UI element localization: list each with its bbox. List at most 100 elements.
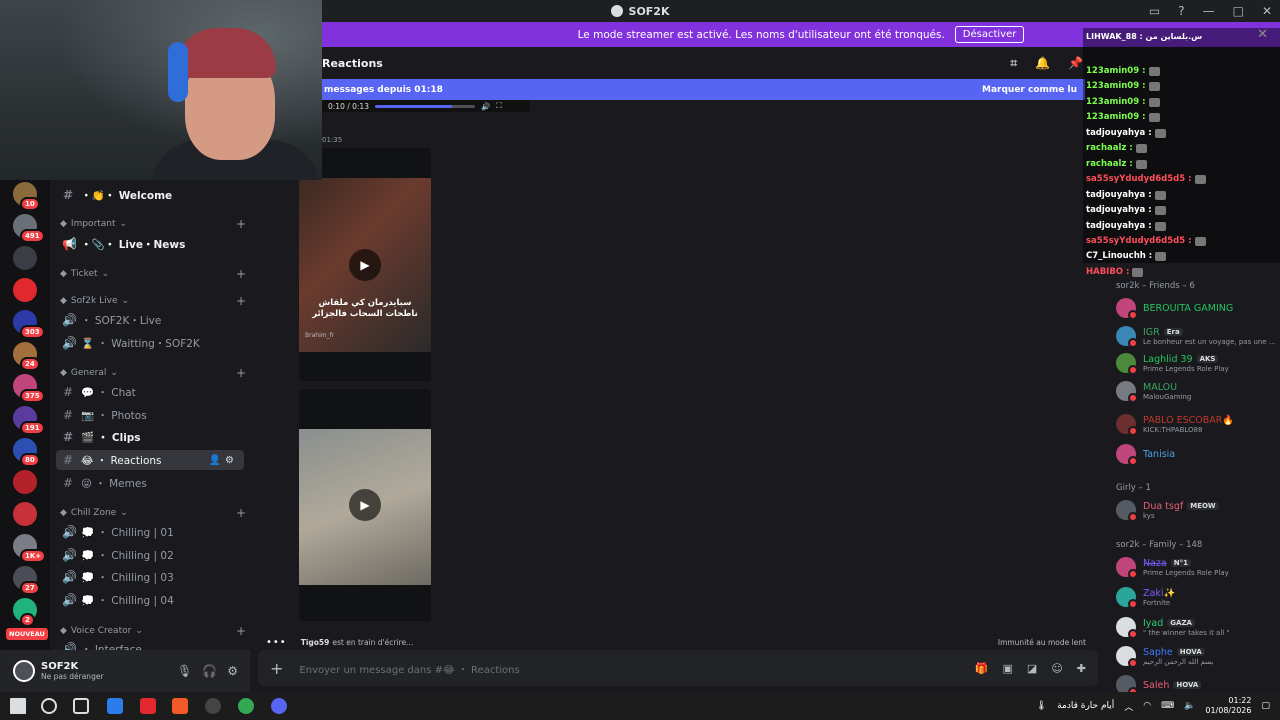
- inbox-icon[interactable]: ▭: [1149, 4, 1160, 18]
- speaker-icon[interactable]: 🔈: [1184, 701, 1195, 711]
- play-icon[interactable]: ▶: [349, 489, 381, 521]
- member-item[interactable]: Laghlid 39 AKS Prime Legends Role Play: [1111, 351, 1280, 375]
- clock[interactable]: 01:22 01/08/2026: [1205, 696, 1251, 715]
- wifi-icon[interactable]: ◠: [1143, 701, 1151, 711]
- bell-icon[interactable]: 🔔: [1035, 56, 1050, 71]
- avatar: [1116, 298, 1138, 320]
- typing-user: Tigo59: [300, 637, 330, 647]
- channel-category[interactable]: ◆ General ⌄ +: [60, 365, 246, 381]
- brave-browser-icon[interactable]: [172, 698, 188, 714]
- headphones-icon[interactable]: 🎧: [202, 664, 217, 678]
- channel-label: ・ Interface: [81, 643, 142, 651]
- gif-icon[interactable]: ▣: [1003, 662, 1013, 675]
- add-channel-icon[interactable]: +: [236, 267, 246, 281]
- store-icon[interactable]: [107, 698, 123, 714]
- help-icon[interactable]: ?: [1178, 4, 1184, 18]
- member-item[interactable]: PABLO ESCOBAR🔥 KICK:THPABLO88: [1111, 412, 1280, 436]
- server-icon[interactable]: [13, 278, 37, 302]
- sticker-icon[interactable]: ◪: [1027, 662, 1037, 675]
- add-channel-icon[interactable]: +: [236, 506, 246, 520]
- obs-icon[interactable]: [205, 698, 221, 714]
- chevron-up-icon[interactable]: ︿: [1124, 700, 1133, 713]
- server-icon[interactable]: [13, 246, 37, 270]
- user-names[interactable]: SOF2K Ne pas déranger: [41, 661, 104, 681]
- fullscreen-icon[interactable]: ⛶: [496, 101, 501, 111]
- channel-item[interactable]: # 😂 ・ Reactions 👤⚙: [56, 450, 244, 470]
- add-channel-icon[interactable]: +: [236, 294, 246, 308]
- server-icon[interactable]: [13, 502, 37, 526]
- member-info: PABLO ESCOBAR🔥 KICK:THPABLO88: [1143, 415, 1234, 434]
- channel-item[interactable]: # 😜 ・ Memes: [56, 473, 244, 493]
- mark-as-read-button[interactable]: Marquer comme lu: [982, 85, 1077, 95]
- notification-icon[interactable]: ▢: [1261, 701, 1270, 711]
- threads-icon[interactable]: ⌗: [1010, 56, 1017, 71]
- keyboard-icon[interactable]: ⌨: [1161, 701, 1174, 711]
- weather-text[interactable]: أيام حارة قادمة: [1057, 701, 1114, 711]
- channel-label: 😜 ・ Memes: [81, 477, 147, 490]
- apps-icon[interactable]: ✚: [1077, 662, 1086, 675]
- channel-category[interactable]: ◆ Chill Zone ⌄ +: [60, 505, 246, 521]
- chrome-icon[interactable]: [238, 698, 254, 714]
- member-item[interactable]: Saleh HOVA: [1111, 673, 1280, 692]
- server-icon[interactable]: [13, 470, 37, 494]
- member-item[interactable]: Zaki✨ Fortnite: [1111, 585, 1280, 609]
- channel-settings-icon[interactable]: 👤⚙: [209, 455, 238, 466]
- channel-item[interactable]: 🔊 💭 ・ Chilling | 01: [56, 522, 244, 542]
- channel-item[interactable]: 🔊 💭 ・ Chilling | 03: [56, 567, 244, 587]
- member-info: Zaki✨ Fortnite: [1143, 588, 1175, 607]
- new-messages-bar[interactable]: messages depuis 01:18 Marquer comme lu: [322, 79, 1085, 100]
- gear-icon[interactable]: ⚙: [227, 664, 238, 678]
- maximize-button[interactable]: □: [1233, 4, 1244, 18]
- volume-icon[interactable]: 🔊: [481, 102, 490, 111]
- member-item[interactable]: Saphe HOVA بسم الله الرحمن الرحيم: [1111, 644, 1280, 668]
- add-channel-icon[interactable]: +: [236, 624, 246, 638]
- video-attachment-2[interactable]: ▶: [299, 389, 431, 621]
- channel-category[interactable]: ◆ Voice Creator ⌄ +: [60, 623, 246, 639]
- channel-item[interactable]: 🔊 ⌛ ・ Waitting・SOF2K: [56, 333, 244, 353]
- video-progress-bar[interactable]: [374, 104, 475, 108]
- thermometer-icon: 🌡: [1035, 701, 1048, 711]
- channel-item[interactable]: 🔊 ・ SOF2K・Live: [56, 310, 244, 330]
- channel-item[interactable]: 🔊 ・ Interface: [56, 639, 244, 650]
- member-item[interactable]: BEROUITA GAMING: [1111, 296, 1280, 320]
- chevron-down-icon: ⌄: [119, 219, 128, 229]
- search-icon[interactable]: [41, 698, 57, 714]
- member-item[interactable]: Dua tsgf MEOW kys: [1111, 498, 1280, 522]
- video-attachment[interactable]: ▶ سبايدرمان كي ملقاش ناطحات السحاب فالجز…: [299, 148, 431, 381]
- pin-icon[interactable]: 📌: [1068, 56, 1083, 71]
- add-channel-icon[interactable]: +: [236, 217, 246, 231]
- member-name-row: MALOU: [1143, 382, 1191, 393]
- microphone-icon[interactable]: 🎙: [177, 664, 192, 678]
- member-item[interactable]: N̶a̶z̶a̶ N°1 Prime Legends Role Play: [1111, 555, 1280, 579]
- emoji-icon[interactable]: ☺: [1051, 662, 1062, 675]
- minimize-button[interactable]: —: [1203, 4, 1215, 18]
- member-item[interactable]: MALOU MalouGaming: [1111, 379, 1280, 403]
- channel-item[interactable]: # 🎬 ・ Clips: [56, 427, 244, 447]
- avatar[interactable]: [13, 660, 35, 682]
- add-channel-icon[interactable]: +: [236, 366, 246, 380]
- windows-start-icon[interactable]: [10, 698, 26, 714]
- close-window-button[interactable]: ✕: [1262, 4, 1272, 18]
- play-icon[interactable]: ▶: [349, 249, 381, 281]
- chevron-down-icon: ⌄: [120, 508, 128, 518]
- task-view-icon[interactable]: [73, 698, 89, 714]
- channel-category[interactable]: ◆ Sof2k Live ⌄ +: [60, 293, 246, 309]
- member-item[interactable]: IGR Era Le bonheur est un voyage, pas une …: [1111, 324, 1280, 348]
- message-composer[interactable]: + Envoyer un message dans #😂 ・ Reactions…: [258, 650, 1098, 686]
- member-item[interactable]: Iyad GAZA " the winner takes it all ": [1111, 615, 1280, 639]
- channel-item[interactable]: 📢 ・📎・ Live・News: [56, 234, 244, 254]
- channel-category[interactable]: ◆ Ticket ⌄ +: [60, 266, 246, 282]
- channel-category[interactable]: ◆ Important ⌄ +: [60, 216, 246, 232]
- add-attachment-icon[interactable]: +: [270, 659, 283, 678]
- message-input[interactable]: Envoyer un message dans #😂 ・ Reactions: [299, 661, 519, 676]
- channel-item[interactable]: 🔊 💭 ・ Chilling | 04: [56, 590, 244, 610]
- app-icon[interactable]: [140, 698, 156, 714]
- channel-item[interactable]: 🔊 💭 ・ Chilling | 02: [56, 545, 244, 565]
- member-item[interactable]: Tanisia: [1111, 442, 1280, 466]
- disable-streamer-mode-button[interactable]: Désactiver: [954, 26, 1025, 43]
- discord-icon[interactable]: [271, 698, 287, 714]
- channel-item[interactable]: # 💬 ・ Chat: [56, 382, 244, 402]
- channel-item[interactable]: # ・👏・ Welcome: [56, 185, 244, 205]
- gift-icon[interactable]: 🎁: [975, 662, 989, 675]
- channel-item[interactable]: # 📷 ・ Photos: [56, 405, 244, 425]
